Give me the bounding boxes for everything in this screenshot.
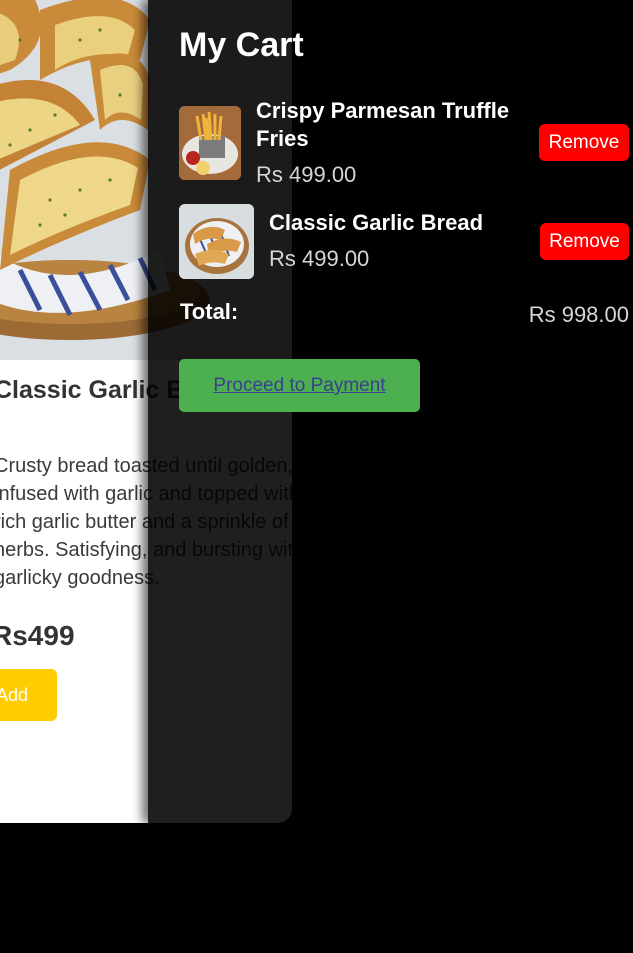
add-to-cart-button[interactable]: Add	[0, 669, 57, 721]
cart-item-name: Crispy Parmesan Truffle Fries	[256, 98, 510, 151]
cart-item-price: Rs 499.00	[256, 162, 357, 187]
total-value: Rs 998.00	[528, 302, 629, 327]
total-label: Total:	[180, 299, 239, 324]
cart-item-image-fries	[179, 106, 241, 180]
cart-item-price: Rs 499.00	[269, 246, 370, 271]
remove-button[interactable]: Remove	[539, 124, 629, 161]
app-screen: Classic Garlic Bread Crusty bread toaste…	[0, 0, 633, 953]
proceed-to-payment-button[interactable]: Proceed to Payment	[179, 359, 420, 412]
remove-button[interactable]: Remove	[540, 223, 629, 260]
cart-item-image-garlic-bread	[179, 204, 254, 279]
cart-item-name: Classic Garlic Bread	[269, 210, 484, 235]
proceed-to-payment-link[interactable]: Proceed to Payment	[179, 359, 420, 412]
cart-title: My Cart	[179, 26, 304, 64]
product-price: Rs499	[0, 620, 75, 651]
